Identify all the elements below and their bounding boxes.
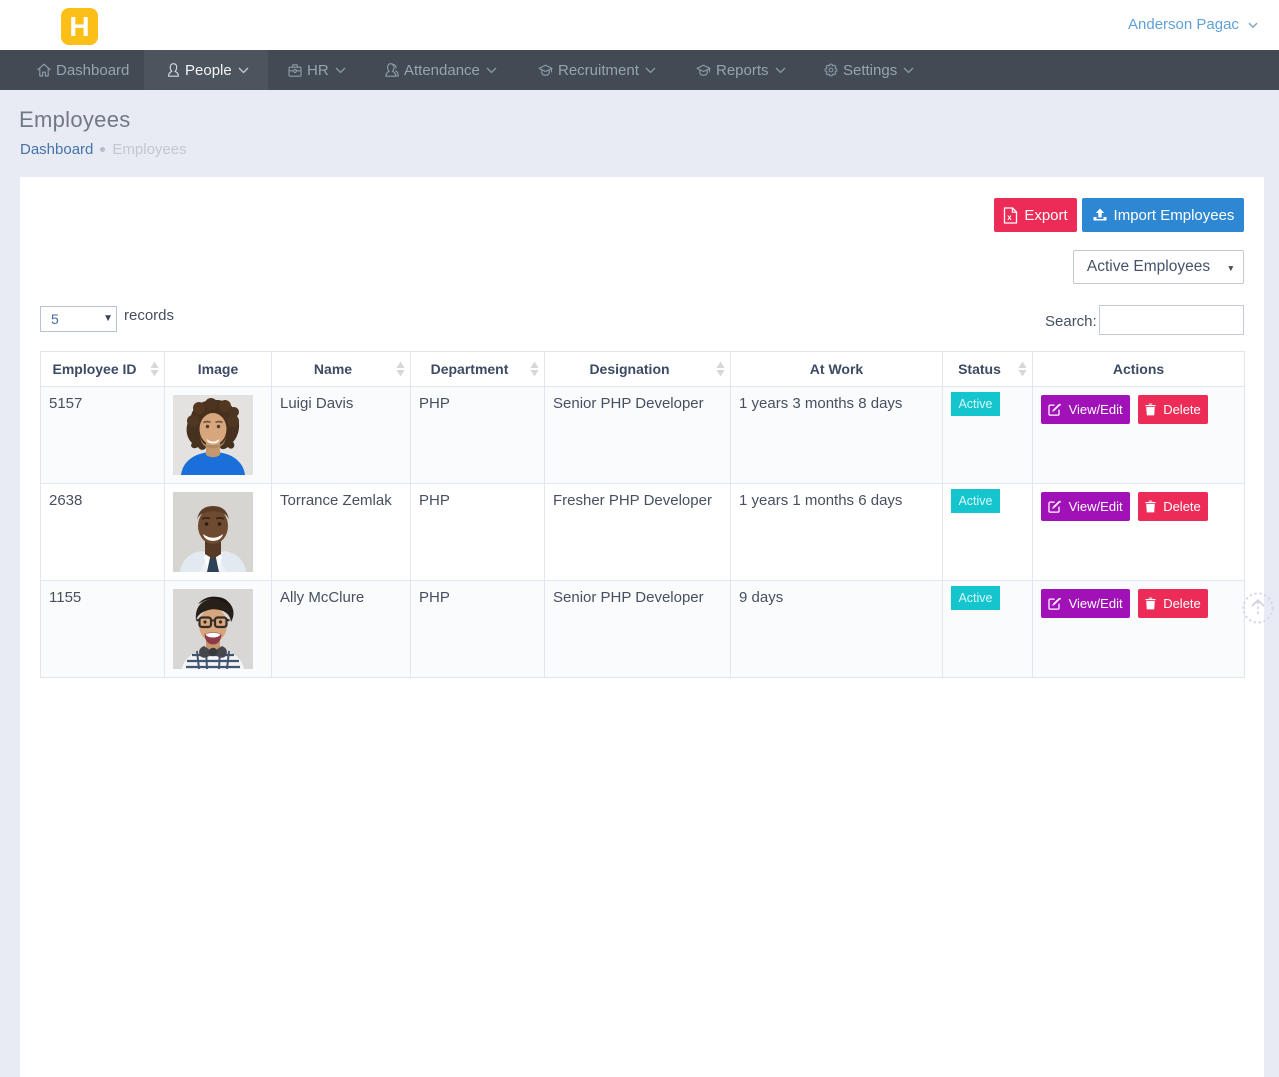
svg-text:x: x (1008, 212, 1013, 221)
